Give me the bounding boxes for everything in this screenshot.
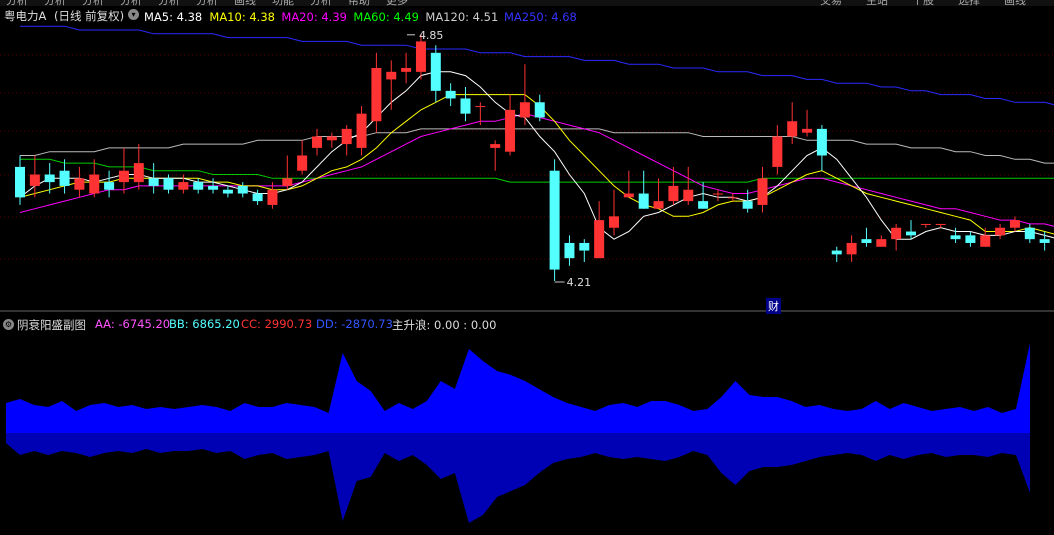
candle-body: [430, 52, 441, 91]
ma120-line: [20, 128, 1054, 164]
candle-body: [906, 231, 916, 236]
candle-body: [623, 193, 634, 198]
candle-body: [668, 185, 679, 202]
candle-body: [1009, 220, 1020, 228]
candle-body: [326, 136, 337, 141]
candle-body: [594, 220, 605, 259]
candle-body: [980, 235, 991, 247]
main-wave-value: 主升浪: 0.00 : 0.00: [392, 318, 497, 332]
candle-body: [133, 163, 144, 183]
indicator-header: ⚙ 阴衰阳盛副图 AA: -6745.20 BB: 6865.20 CC: 29…: [0, 316, 1054, 334]
candle-body: [59, 170, 70, 186]
candle-body: [846, 242, 857, 255]
aa-value: AA: -6745.20: [95, 317, 171, 331]
candle-body: [356, 113, 367, 148]
candle-body: [683, 189, 694, 202]
candle-body: [475, 106, 486, 108]
candle-body: [460, 98, 471, 114]
candle-body: [74, 178, 85, 190]
candle-body: [163, 178, 174, 190]
candle-body: [712, 193, 723, 195]
candle-body: [519, 102, 530, 118]
cc-value: CC: 2990.73: [241, 317, 313, 331]
indicator-name: 阴衰阳盛副图: [17, 318, 86, 332]
kline-chart: 4.85 4.21: [0, 25, 1054, 523]
candle-body: [267, 189, 278, 205]
low-marker-label: 4.21: [567, 276, 592, 289]
settings-icon[interactable]: ⚙: [3, 319, 14, 330]
high-marker-label: 4.85: [419, 29, 444, 42]
candle-body: [935, 223, 946, 225]
candle-body: [401, 68, 412, 72]
candle-body: [118, 170, 129, 183]
indicator-upper-area: [6, 343, 1030, 433]
candle-body: [534, 102, 545, 118]
candle-body: [222, 189, 233, 194]
candle-body: [861, 239, 872, 243]
candle-body: [104, 182, 115, 190]
candle-body: [742, 201, 753, 209]
candle-body: [772, 136, 783, 167]
candle-body: [178, 182, 189, 190]
candle-body: [386, 71, 397, 80]
candle-body: [237, 185, 248, 194]
candle-body: [816, 128, 827, 156]
candle-body: [609, 216, 619, 228]
finance-marker[interactable]: 财: [766, 298, 781, 314]
panel-divider: [0, 310, 1054, 312]
candle-body: [193, 182, 204, 190]
candle-body: [787, 121, 798, 137]
candle-body: [29, 174, 40, 186]
candle-body: [505, 109, 516, 152]
candle-body: [297, 155, 308, 171]
candle-body: [876, 239, 887, 247]
candle-body: [891, 227, 902, 240]
candle-body: [965, 235, 976, 243]
candle-body: [995, 227, 1006, 236]
candle-body: [490, 144, 501, 148]
candle-body: [638, 193, 649, 209]
ma5-line: [19, 71, 1054, 240]
candle-body: [698, 201, 709, 209]
bb-value: BB: 6865.20: [169, 317, 240, 331]
candle-body: [341, 128, 352, 145]
candle-body: [1024, 227, 1035, 240]
candle-body: [282, 178, 293, 186]
candle-body: [208, 185, 219, 190]
candle-body: [89, 174, 100, 194]
candle-body: [445, 90, 456, 99]
candle-body: [549, 170, 560, 270]
dd-value: DD: -2870.73: [316, 317, 393, 331]
candle-body: [252, 193, 263, 202]
candle-body: [920, 223, 931, 225]
candle-body: [44, 174, 55, 183]
candle-body: [727, 197, 738, 199]
candle-body: [564, 242, 575, 259]
candle-body: [148, 178, 159, 186]
candle-body: [757, 178, 768, 205]
candle-body: [579, 242, 590, 251]
ma250-line: [20, 25, 1054, 106]
candle-body: [831, 250, 842, 255]
candle-body: [653, 201, 664, 209]
candle-body: [1039, 239, 1050, 243]
candle-body: [312, 136, 322, 148]
candle-body: [950, 235, 961, 240]
candle-body: [415, 41, 426, 72]
candle-body: [371, 68, 382, 122]
candle-body: [802, 128, 813, 133]
candle-body: [15, 166, 25, 198]
indicator-lower-area: [6, 433, 1030, 523]
